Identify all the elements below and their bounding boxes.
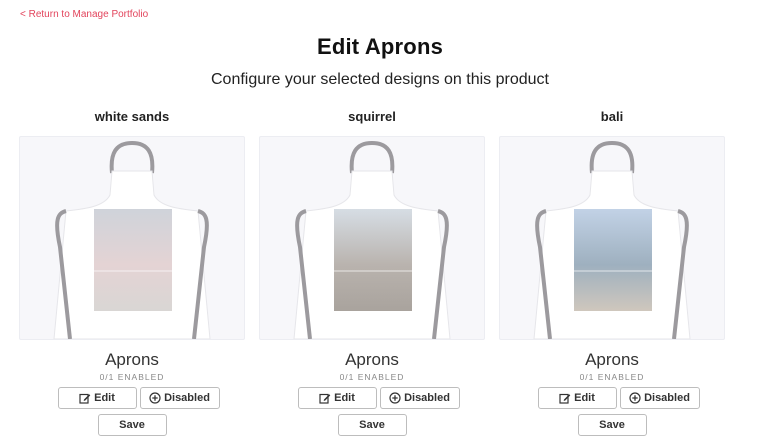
edit-label: Edit <box>334 392 355 404</box>
page-subtitle: Configure your selected designs on this … <box>211 71 549 88</box>
edit-button[interactable]: Edit <box>297 387 377 409</box>
design-card-white-sands: white sands Aprons 0/1 ENABLED Edit Disa… <box>19 106 245 436</box>
status-label: Disabled <box>644 392 690 404</box>
design-name: white sands <box>94 109 170 124</box>
page-title: Edit Aprons <box>316 34 444 59</box>
design-name: squirrel <box>348 109 396 124</box>
plus-circle-icon <box>389 392 401 404</box>
status-label: Disabled <box>404 392 450 404</box>
edit-icon <box>559 392 571 404</box>
product-name: Aprons <box>345 350 399 369</box>
enabled-count: 0/1 ENABLED <box>339 372 405 382</box>
save-button[interactable]: Save <box>337 414 407 436</box>
enabled-count: 0/1 ENABLED <box>579 372 645 382</box>
edit-label: Edit <box>94 392 115 404</box>
edit-icon <box>79 392 91 404</box>
edit-button[interactable]: Edit <box>57 387 137 409</box>
return-to-portfolio-link[interactable]: < Return to Manage Portfolio <box>20 9 148 20</box>
edit-label: Edit <box>574 392 595 404</box>
product-name: Aprons <box>585 350 639 369</box>
apron-preview-image <box>259 136 485 340</box>
disabled-toggle-button[interactable]: Disabled <box>619 387 700 409</box>
design-card-squirrel: squirrel Aprons 0/1 ENABLED Edit Disable… <box>259 106 485 436</box>
apron-preview-image <box>499 136 725 340</box>
edit-button[interactable]: Edit <box>537 387 617 409</box>
edit-icon <box>319 392 331 404</box>
plus-circle-icon <box>149 392 161 404</box>
status-label: Disabled <box>164 392 210 404</box>
design-name: bali <box>600 109 624 124</box>
enabled-count: 0/1 ENABLED <box>99 372 165 382</box>
disabled-toggle-button[interactable]: Disabled <box>379 387 460 409</box>
plus-circle-icon <box>629 392 641 404</box>
apron-preview-image <box>19 136 245 340</box>
design-card-bali: bali Aprons 0/1 ENABLED Edit Disabled Sa… <box>499 106 725 436</box>
disabled-toggle-button[interactable]: Disabled <box>139 387 220 409</box>
product-name: Aprons <box>105 350 159 369</box>
save-button[interactable]: Save <box>577 414 647 436</box>
save-button[interactable]: Save <box>97 414 167 436</box>
